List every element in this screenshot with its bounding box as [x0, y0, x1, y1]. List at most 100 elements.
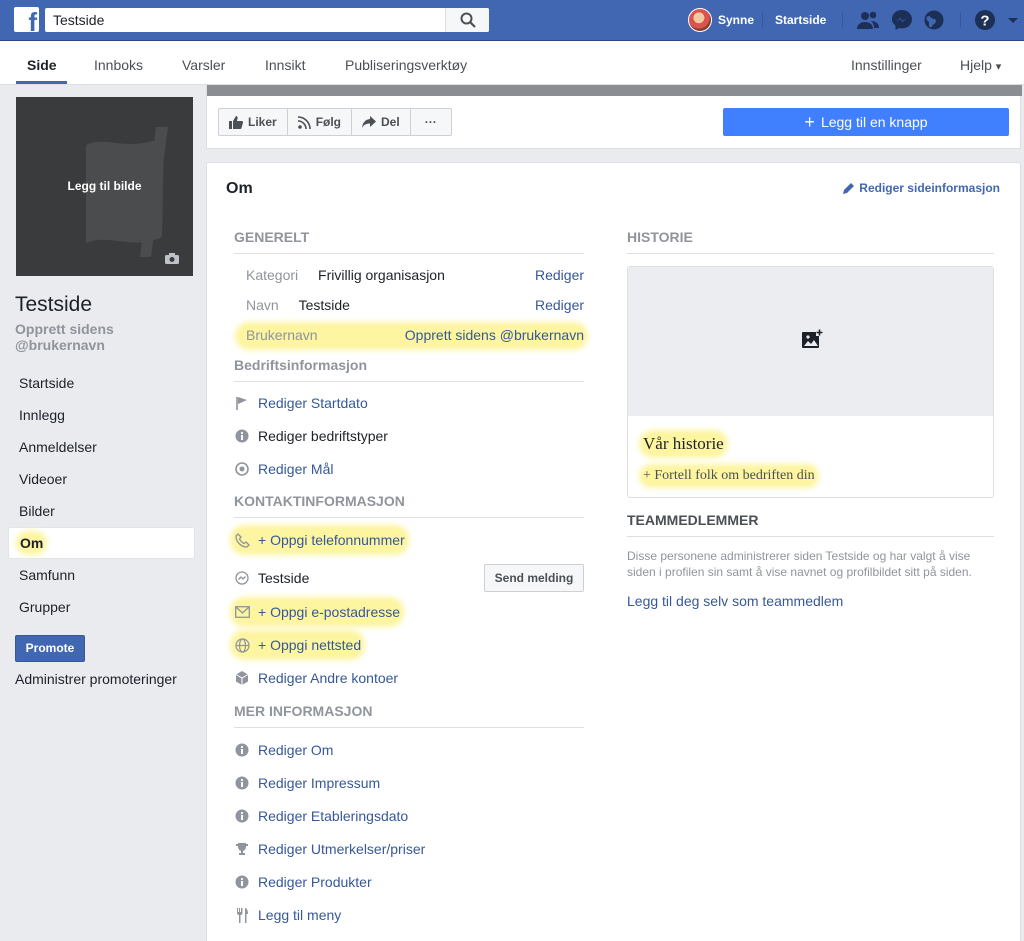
left-nav: Startside Innlegg Anmeldelser Videoer Bi… [8, 367, 195, 623]
add-phone-link: + Oppgi telefonnummer [258, 532, 405, 548]
story-image-placeholder[interactable] [628, 267, 993, 416]
messenger-name: Testside [258, 570, 310, 586]
phone-icon [234, 532, 250, 548]
edit-about-row[interactable]: Rediger Om [234, 739, 333, 761]
manage-promotions-link[interactable]: Administrer promoteringer [15, 671, 177, 687]
separator [960, 12, 961, 28]
add-website-link: + Oppgi nettsted [258, 637, 362, 653]
add-self-as-team-member-link[interactable]: Legg til deg selv som teammedlem [627, 593, 843, 609]
add-button-cta[interactable]: + Legg til en knapp [723, 108, 1009, 136]
profile-picture[interactable]: Legg til bilde [16, 97, 193, 276]
info-icon [234, 808, 250, 824]
create-username-link[interactable]: Opprett sidens @brukernavn [405, 327, 584, 343]
add-website-row[interactable]: + Oppgi nettsted [234, 634, 362, 656]
edit-category-link[interactable]: Rediger [535, 267, 584, 283]
flag-icon [234, 395, 250, 411]
send-message-button[interactable]: Send melding [484, 564, 584, 592]
messenger-icon [234, 570, 250, 586]
sidebar-item-videoer[interactable]: Videoer [8, 463, 195, 495]
caret-down-icon: ▾ [995, 61, 1002, 73]
sidebar-item-innlegg[interactable]: Innlegg [8, 399, 195, 431]
edit-other-accounts-row[interactable]: Rediger Andre kontoer [234, 667, 398, 689]
target-icon [234, 461, 250, 477]
cube-icon [234, 670, 250, 686]
edit-products-link: Rediger Produkter [258, 874, 372, 890]
sidebar-item-grupper[interactable]: Grupper [8, 591, 195, 623]
sidebar-item-samfunn[interactable]: Samfunn [8, 559, 195, 591]
search-input[interactable] [45, 8, 445, 32]
tab-innboks[interactable]: Innboks [94, 57, 143, 73]
add-email-link: + Oppgi e-postadresse [258, 604, 401, 620]
search-button[interactable] [445, 8, 489, 32]
edit-goals-link: Rediger Mål [258, 461, 334, 477]
create-username-link[interactable]: Opprett sidens @brukernavn [15, 321, 165, 353]
edit-about-link: Rediger Om [258, 742, 334, 758]
info-icon [234, 742, 250, 758]
profile-link[interactable]: Synne [688, 8, 755, 32]
camera-icon[interactable] [165, 253, 179, 264]
sidebar-item-om[interactable]: Om [8, 527, 195, 559]
edit-name-link[interactable]: Rediger [535, 297, 584, 313]
help-label: Hjelp [960, 57, 992, 73]
tab-settings[interactable]: Innstillinger [851, 57, 922, 73]
edit-products-row[interactable]: Rediger Produkter [234, 871, 372, 893]
sidebar-item-startside[interactable]: Startside [8, 367, 195, 399]
add-menu-link: Legg til meny [258, 907, 342, 923]
more-button[interactable]: ··· [411, 109, 451, 135]
search-box [45, 8, 489, 32]
sidebar-item-label: Om [20, 535, 44, 551]
add-phone-row[interactable]: + Oppgi telefonnummer [234, 529, 405, 551]
edit-impressum-row[interactable]: Rediger Impressum [234, 772, 380, 794]
sidebar-item-anmeldelser[interactable]: Anmeldelser [8, 431, 195, 463]
follow-button[interactable]: Følg [288, 109, 353, 135]
tab-help[interactable]: Hjelp ▾ [960, 57, 1001, 73]
user-name: Synne [718, 13, 755, 27]
pencil-icon [843, 183, 855, 194]
add-story-link[interactable]: + Fortell folk om bedriften din [643, 468, 815, 484]
edit-start-date-link: Rediger Startdato [258, 395, 368, 411]
friends-icon[interactable] [856, 9, 880, 31]
share-label: Del [381, 115, 400, 129]
category-row: Kategori Frivillig organisasjon [246, 267, 445, 283]
globe-icon [234, 637, 250, 653]
add-email-row[interactable]: + Oppgi e-postadresse [234, 601, 401, 623]
page-nav: Side Innboks Varsler Innsikt Publisering… [0, 41, 1024, 85]
tab-varsler[interactable]: Varsler [182, 57, 225, 73]
action-button-group: Liker Følg Del ··· [218, 108, 452, 136]
edit-awards-link: Rediger Utmerkelser/priser [258, 841, 426, 857]
top-bar: f Synne Startside ? [0, 0, 1024, 41]
add-menu-row[interactable]: Legg til meny [234, 904, 341, 926]
name-row: Navn Testside [246, 297, 350, 313]
avatar [688, 8, 712, 32]
tab-publishing-tools[interactable]: Publiseringsverktøy [345, 57, 467, 73]
page-action-bar: Liker Følg Del ··· + Legg til en knapp [206, 85, 1022, 149]
envelope-icon [234, 604, 250, 620]
arrow-down-icon[interactable] [1003, 9, 1024, 31]
edit-goals-row[interactable]: Rediger Mål [234, 458, 333, 480]
promote-button[interactable]: Promote [15, 635, 85, 662]
section-heading-contact: KONTAKTINFORMASJON [234, 493, 584, 518]
story-box[interactable]: Vår historie + Fortell folk om bedriften… [627, 266, 994, 498]
page-name[interactable]: Testside [15, 293, 92, 317]
like-label: Liker [248, 115, 277, 129]
tab-side[interactable]: Side [27, 57, 57, 73]
home-link[interactable]: Startside [775, 13, 826, 27]
help-icon[interactable]: ? [973, 9, 997, 31]
like-button[interactable]: Liker [219, 109, 288, 135]
edit-founded-row[interactable]: Rediger Etableringsdato [234, 805, 408, 827]
category-key: Kategori [246, 267, 299, 283]
facebook-logo[interactable]: f [14, 7, 39, 32]
sidebar-item-bilder[interactable]: Bilder [8, 495, 195, 527]
tab-innsikt[interactable]: Innsikt [265, 57, 305, 73]
name-value: Testside [298, 297, 350, 313]
messenger-icon[interactable] [890, 9, 914, 31]
globe-icon[interactable] [922, 9, 946, 31]
edit-business-types-row[interactable]: Rediger bedriftstyper [234, 425, 388, 447]
share-icon [362, 116, 377, 128]
edit-page-info-link[interactable]: Rediger sideinformasjon [843, 181, 1000, 195]
edit-start-date-row[interactable]: Rediger Startdato [234, 392, 368, 414]
rss-icon [297, 115, 311, 129]
section-heading-team: TEAMMEDLEMMER [627, 512, 994, 537]
share-button[interactable]: Del [352, 109, 411, 135]
edit-awards-row[interactable]: Rediger Utmerkelser/priser [234, 838, 425, 860]
